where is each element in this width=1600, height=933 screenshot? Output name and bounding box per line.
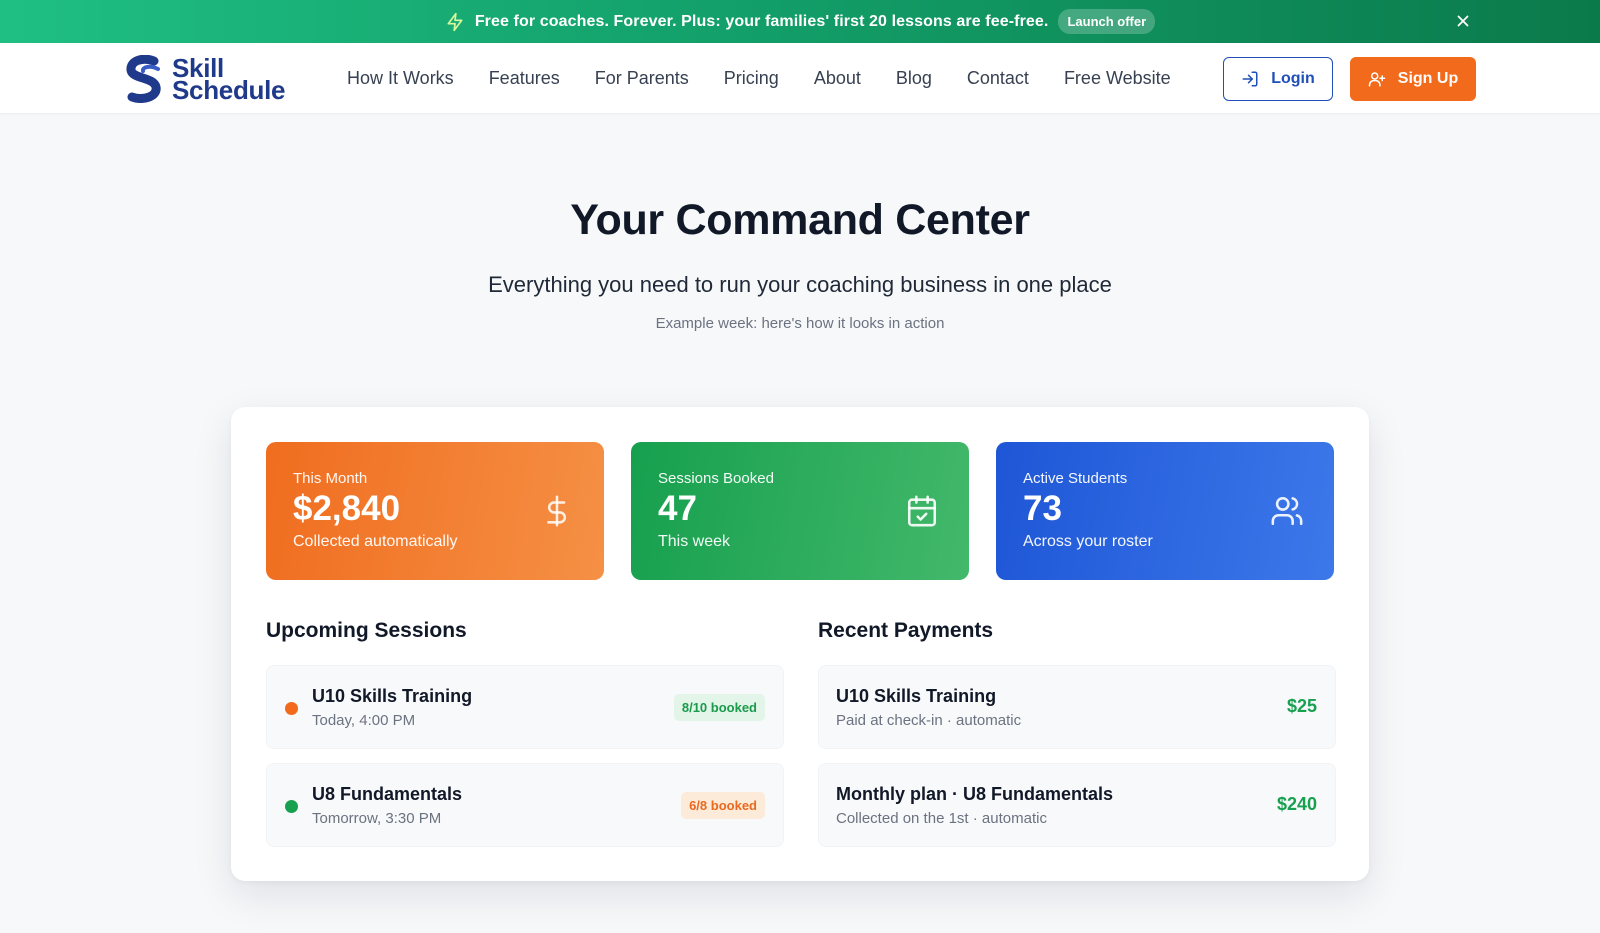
logo-line-2: Schedule [172,75,286,105]
stat-label: Active Students [1023,470,1128,487]
payment-amount: $25 [1286,696,1317,716]
nav-pricing[interactable]: Pricing [724,68,779,89]
payment-title: U10 Skills Training [836,686,997,706]
stat-label: Sessions Booked [658,470,774,487]
session-time: Today, 4:00 PM [312,712,416,729]
recent-payments-title: Recent Payments [818,619,994,642]
booked-badge: 6/8 booked [681,792,765,819]
nav-blog[interactable]: Blog [896,68,932,89]
stat-card-sessions-booked: Sessions Booked 47 This week [631,442,969,580]
nav-about[interactable]: About [814,68,861,89]
session-row[interactable]: U8 Fundamentals Tomorrow, 3:30 PM 6/8 bo… [266,763,784,847]
promo-banner: Free for coaches. Forever. Plus: your fa… [0,0,1600,43]
dollar-icon [540,493,574,529]
login-icon [1241,70,1259,88]
logo-s-icon [124,55,164,103]
sign-up-button[interactable]: Sign Up [1350,57,1476,101]
stat-card-this-month: This Month $2,840 Collected automaticall… [266,442,604,580]
logo-text: Skill Schedule [172,55,286,105]
stat-value: 73 [1023,489,1062,528]
close-icon[interactable] [1454,12,1472,30]
stat-sub: This week [658,533,731,550]
nav-how-it-works[interactable]: How It Works [347,68,454,89]
upcoming-sessions-title: Upcoming Sessions [266,619,467,642]
bolt-icon [445,12,465,32]
nav-contact[interactable]: Contact [967,68,1029,89]
nav-features[interactable]: Features [489,68,560,89]
launch-offer-badge: Launch offer [1058,9,1156,34]
stat-value: $2,840 [293,489,401,528]
nav-free-website[interactable]: Free Website [1064,68,1171,89]
calendar-check-icon [905,493,939,529]
stat-value: 47 [658,489,697,528]
sign-up-label: Sign Up [1397,70,1459,87]
session-time: Tomorrow, 3:30 PM [312,810,442,827]
payment-amount: $240 [1276,794,1317,814]
stat-sub: Collected automatically [293,533,458,550]
nav-for-parents[interactable]: For Parents [595,68,689,89]
promo-banner-content: Free for coaches. Forever. Plus: your fa… [445,9,1156,34]
hero-note: Example week: here's how it looks in act… [655,315,945,332]
payment-detail: Paid at check-in · automatic [836,712,1022,729]
session-row[interactable]: U10 Skills Training Today, 4:00 PM 8/10 … [266,665,784,749]
page-title: Your Command Center [570,196,1030,244]
stat-label: This Month [293,470,368,487]
stat-card-active-students: Active Students 73 Across your roster [996,442,1334,580]
status-dot [285,702,298,715]
session-title: U10 Skills Training [312,686,473,706]
stat-sub: Across your roster [1023,533,1153,550]
top-nav: Skill Schedule How It Works Features For… [0,43,1600,114]
session-title: U8 Fundamentals [312,784,463,804]
login-label: Login [1271,70,1315,87]
dashboard-preview: This Month $2,840 Collected automaticall… [231,407,1369,881]
payment-detail: Collected on the 1st · automatic [836,810,1047,827]
logo[interactable]: Skill Schedule [124,55,286,105]
users-icon [1270,493,1304,529]
promo-banner-text: Free for coaches. Forever. Plus: your fa… [474,12,1049,30]
nav-links: How It Works Features For Parents Pricin… [347,43,1171,114]
payment-row[interactable]: Monthly plan · U8 Fundamentals Collected… [818,763,1336,847]
user-plus-icon [1368,70,1386,88]
booked-badge: 8/10 booked [673,694,765,721]
status-dot [285,800,298,813]
hero-subtitle: Everything you need to run your coaching… [488,272,1112,297]
login-button[interactable]: Login [1223,57,1333,101]
payment-title: Monthly plan · U8 Fundamentals [836,784,1114,804]
payment-row[interactable]: U10 Skills Training Paid at check-in · a… [818,665,1336,749]
